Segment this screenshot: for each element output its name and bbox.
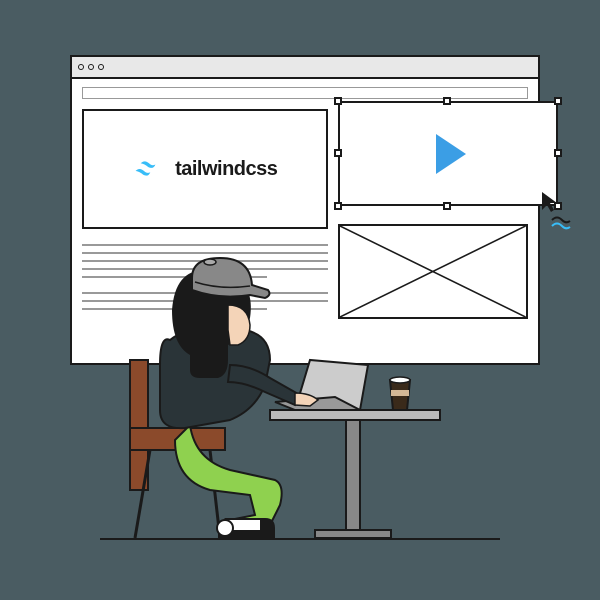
play-icon <box>436 134 466 174</box>
tailwind-logo-icon <box>133 159 165 179</box>
illustration-scene <box>100 210 500 540</box>
window-control-icon <box>78 64 84 70</box>
resize-handle[interactable] <box>554 97 562 105</box>
video-player[interactable] <box>338 101 558 206</box>
brand-name: tailwindcss <box>175 158 277 181</box>
resize-handle[interactable] <box>334 97 342 105</box>
resize-handle[interactable] <box>443 97 451 105</box>
browser-toolbar <box>72 57 538 79</box>
resize-handle[interactable] <box>443 202 451 210</box>
cursor-icon <box>540 190 560 214</box>
address-bar <box>82 87 528 99</box>
window-control-icon <box>88 64 94 70</box>
wave-accent-icon <box>550 215 574 231</box>
resize-handle[interactable] <box>334 202 342 210</box>
resize-handle[interactable] <box>334 149 342 157</box>
resize-handle[interactable] <box>554 149 562 157</box>
window-control-icon <box>98 64 104 70</box>
